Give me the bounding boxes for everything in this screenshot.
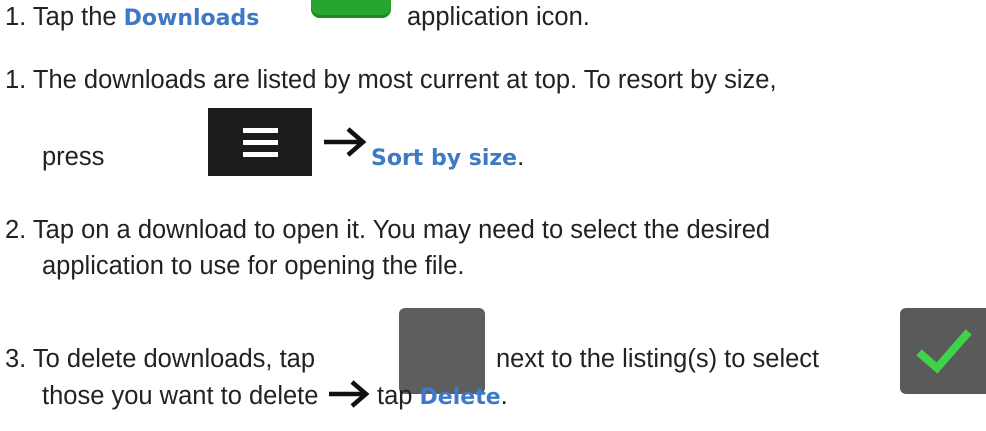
step-1-text-before: Tap the [32, 3, 117, 31]
step-1-number: 1. [5, 3, 27, 31]
step-4-period: . [500, 382, 508, 410]
step-2-period: . [517, 143, 525, 171]
sort-by-size-label: Sort by size [371, 146, 518, 171]
step-3-line-2: application to use for opening the file. [42, 252, 465, 280]
downloads-app-icon[interactable] [311, 0, 391, 18]
step-2-press-text: press [42, 143, 105, 171]
delete-label: Delete [419, 385, 501, 410]
arrow-right-icon [329, 380, 370, 408]
step-4-delete-line: tap Delete. [377, 381, 508, 413]
step-2-text: The downloads are listed by most current… [32, 66, 777, 94]
step-4-line-2-text: those you want to delete [42, 382, 319, 410]
step-4-middle-text: next to the listing(s) to select [496, 345, 820, 373]
checkmark-icon [916, 329, 972, 374]
arrow-right-icon [324, 127, 367, 157]
step-4-tap-text: tap [377, 382, 413, 410]
downloads-label: Downloads [123, 6, 260, 31]
step-4-text: To delete downloads, tap [32, 345, 316, 373]
step-3-line-1: 2. Tap on a download to open it. You may… [5, 215, 770, 245]
step-2-number: 1. [5, 66, 27, 94]
step-4-line-1: 3. To delete downloads, tap [5, 344, 315, 374]
step-3-number: 2. [5, 216, 27, 244]
step-4-line-2: those you want to delete [42, 381, 318, 411]
checkbox-checked-icon[interactable] [900, 308, 986, 394]
menu-icon[interactable] [208, 108, 312, 176]
step-3-text: Tap on a download to open it. You may ne… [32, 216, 771, 244]
step-1: 1. Tap the Downloads [5, 2, 259, 34]
step-4-number: 3. [5, 345, 27, 373]
step-1-text-after: application icon. [407, 3, 590, 31]
step-2-sort-line: Sort by size. [371, 142, 524, 174]
step-2-line-1: 1. The downloads are listed by most curr… [5, 65, 777, 95]
